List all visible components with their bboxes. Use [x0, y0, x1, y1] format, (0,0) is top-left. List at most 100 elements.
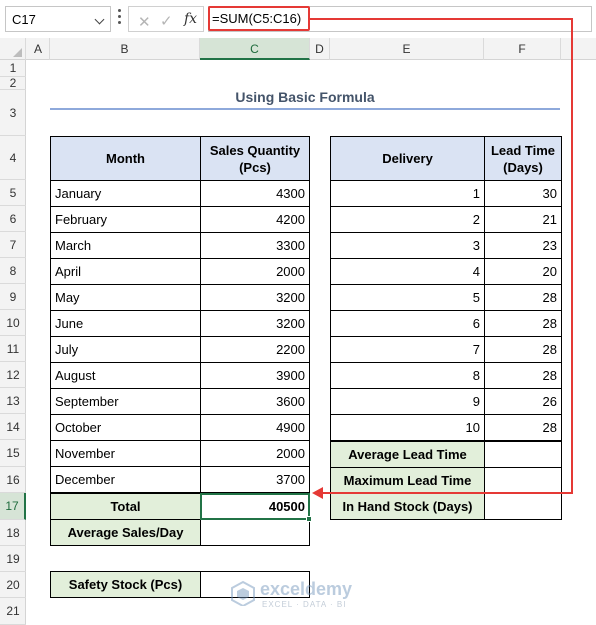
month-cell[interactable]: May [50, 284, 201, 311]
formula-bar: C17 ✕ ✓ fx =SUM(C5:C16) [0, 0, 596, 38]
row-header-10[interactable]: 10 [0, 310, 26, 336]
row-header-5[interactable]: 5 [0, 180, 26, 206]
sales-quantity-cell[interactable]: 3200 [200, 310, 310, 337]
sales-quantity-cell[interactable]: 3700 [200, 466, 310, 493]
name-box[interactable]: C17 [5, 6, 111, 32]
row-header-12[interactable]: 12 [0, 362, 26, 388]
month-cell[interactable]: December [50, 466, 201, 493]
lead-time-cell[interactable]: 28 [484, 336, 562, 363]
header-lead-time[interactable]: Lead Time (Days) [484, 136, 562, 181]
delivery-cell[interactable]: 7 [330, 336, 485, 363]
average-sales-label[interactable]: Average Sales/Day [50, 519, 201, 546]
month-cell[interactable]: September [50, 388, 201, 415]
sales-quantity-cell[interactable]: 2200 [200, 336, 310, 363]
lead-summary-value-cell[interactable] [484, 467, 562, 494]
delivery-cell[interactable]: 9 [330, 388, 485, 415]
delivery-cell[interactable]: 6 [330, 310, 485, 337]
header-delivery[interactable]: Delivery [330, 136, 485, 181]
delivery-cell[interactable]: 5 [330, 284, 485, 311]
insert-function-icon[interactable]: fx [184, 11, 197, 27]
row-header-14[interactable]: 14 [0, 414, 26, 440]
column-header-d[interactable]: D [310, 38, 330, 60]
sales-quantity-cell[interactable]: 3200 [200, 284, 310, 311]
arrow-head-icon [312, 487, 323, 499]
delivery-cell[interactable]: 2 [330, 206, 485, 233]
row-header-17[interactable]: 17 [0, 493, 26, 520]
lead-summary-value-cell[interactable] [484, 493, 562, 520]
sales-quantity-cell[interactable]: 2000 [200, 258, 310, 285]
lead-time-cell[interactable]: 21 [484, 206, 562, 233]
row-header-9[interactable]: 9 [0, 284, 26, 310]
lead-summary-label[interactable]: In Hand Stock (Days) [330, 493, 485, 520]
sales-quantity-cell[interactable]: 4300 [200, 180, 310, 207]
month-cell[interactable]: November [50, 440, 201, 467]
month-cell[interactable]: February [50, 206, 201, 233]
month-cell[interactable]: March [50, 232, 201, 259]
row-header-1[interactable]: 1 [0, 60, 26, 77]
lead-time-cell[interactable]: 20 [484, 258, 562, 285]
safety-stock-label[interactable]: Safety Stock (Pcs) [50, 571, 201, 598]
row-header-6[interactable]: 6 [0, 206, 26, 232]
month-cell[interactable]: October [50, 414, 201, 441]
select-all-button[interactable] [0, 38, 26, 60]
row-header-8[interactable]: 8 [0, 258, 26, 284]
lead-time-cell[interactable]: 28 [484, 310, 562, 337]
lead-time-cell[interactable]: 26 [484, 388, 562, 415]
chevron-down-icon[interactable] [94, 14, 105, 25]
sales-quantity-cell[interactable]: 3600 [200, 388, 310, 415]
month-cell[interactable]: June [50, 310, 201, 337]
row-header-13[interactable]: 13 [0, 388, 26, 414]
delivery-cell[interactable]: 1 [330, 180, 485, 207]
cancel-icon[interactable]: ✕ [138, 13, 151, 31]
enter-icon[interactable]: ✓ [160, 12, 173, 30]
delivery-cell[interactable]: 3 [330, 232, 485, 259]
header-month[interactable]: Month [50, 136, 201, 181]
lead-time-cell[interactable]: 30 [484, 180, 562, 207]
lead-time-cell[interactable]: 28 [484, 362, 562, 389]
sales-quantity-cell[interactable]: 2000 [200, 440, 310, 467]
row-header-4[interactable]: 4 [0, 136, 26, 180]
total-label[interactable]: Total [50, 493, 201, 520]
sales-quantity-cell[interactable]: 4900 [200, 414, 310, 441]
month-cell[interactable]: April [50, 258, 201, 285]
more-options-icon[interactable] [118, 9, 122, 27]
lead-time-cell[interactable]: 23 [484, 232, 562, 259]
row-header-16[interactable]: 16 [0, 467, 26, 493]
column-header-f[interactable]: F [484, 38, 561, 60]
lead-summary-value-cell[interactable] [484, 441, 562, 468]
formula-buttons: ✕ ✓ fx [128, 6, 204, 32]
row-header-20[interactable]: 20 [0, 572, 26, 598]
row-header-2[interactable]: 2 [0, 77, 26, 90]
row-header-19[interactable]: 19 [0, 546, 26, 572]
active-cell-selection[interactable] [200, 493, 310, 520]
row-header-11[interactable]: 11 [0, 336, 26, 362]
header-sales-quantity[interactable]: Sales Quantity (Pcs) [200, 136, 310, 181]
name-box-value: C17 [12, 12, 36, 27]
sales-quantity-cell[interactable]: 3900 [200, 362, 310, 389]
delivery-cell[interactable]: 8 [330, 362, 485, 389]
sales-quantity-cell[interactable]: 4200 [200, 206, 310, 233]
delivery-cell[interactable]: 4 [330, 258, 485, 285]
column-header-b[interactable]: B [50, 38, 200, 60]
month-cell[interactable]: January [50, 180, 201, 207]
column-headers: A B C D E F [0, 38, 596, 60]
delivery-cell[interactable]: 10 [330, 414, 485, 441]
formula-highlight-box [208, 6, 310, 31]
month-cell[interactable]: July [50, 336, 201, 363]
column-header-c[interactable]: C [200, 38, 310, 60]
lead-time-cell[interactable]: 28 [484, 414, 562, 441]
row-header-18[interactable]: 18 [0, 520, 26, 546]
row-header-3[interactable]: 3 [0, 90, 26, 136]
row-header-15[interactable]: 15 [0, 440, 26, 467]
lead-time-cell[interactable]: 28 [484, 284, 562, 311]
average-sales-value-cell[interactable] [200, 519, 310, 546]
row-header-21[interactable]: 21 [0, 598, 26, 625]
column-header-a[interactable]: A [27, 38, 50, 60]
lead-summary-label[interactable]: Average Lead Time [330, 441, 485, 468]
column-header-e[interactable]: E [330, 38, 484, 60]
row-header-7[interactable]: 7 [0, 232, 26, 258]
lead-summary-label[interactable]: Maximum Lead Time [330, 467, 485, 494]
month-cell[interactable]: August [50, 362, 201, 389]
fill-handle[interactable] [306, 516, 312, 522]
sales-quantity-cell[interactable]: 3300 [200, 232, 310, 259]
